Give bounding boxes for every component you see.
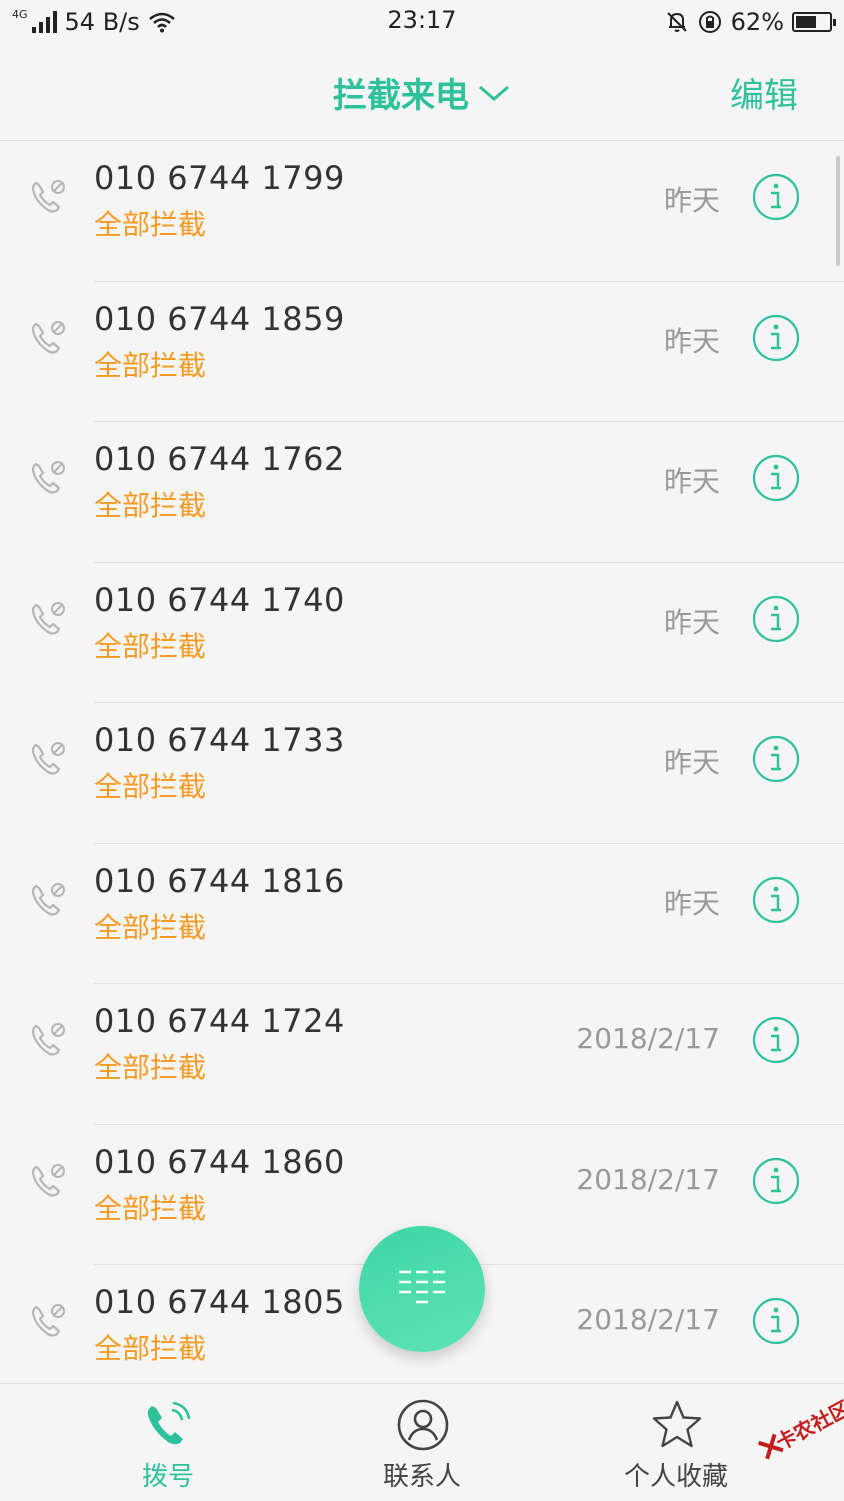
tab-dial-label: 拨号 <box>141 1462 194 1492</box>
call-time: 昨天 <box>663 746 720 779</box>
info-icon[interactable] <box>752 1016 800 1064</box>
info-icon[interactable] <box>752 876 800 924</box>
call-row[interactable]: 010 6744 1859 全部拦截 昨天 <box>0 282 844 422</box>
call-number: 010 6744 1805 <box>94 1283 345 1321</box>
title-dropdown[interactable]: 拦截来电 <box>333 68 511 117</box>
battery-percent: 62% <box>730 8 784 36</box>
info-icon[interactable] <box>752 735 800 783</box>
call-number: 010 6744 1860 <box>94 1142 345 1181</box>
dialpad-button[interactable] <box>359 1226 485 1352</box>
edit-button[interactable]: 编辑 <box>730 68 798 117</box>
call-time: 昨天 <box>663 886 720 920</box>
call-time: 2018/2/17 <box>576 1162 720 1196</box>
call-time: 2018/2/17 <box>576 1303 720 1336</box>
tab-dial[interactable]: 拨号 <box>68 1384 268 1501</box>
chevron-down-icon <box>479 85 509 101</box>
block-tag: 全部拦截 <box>94 1051 207 1084</box>
call-row[interactable]: 010 6744 1762 全部拦截 昨天 <box>0 422 844 563</box>
blocked-call-icon <box>31 1163 65 1197</box>
blocked-call-icon <box>31 320 65 354</box>
block-tag: 全部拦截 <box>94 489 207 522</box>
call-time: 昨天 <box>663 324 720 358</box>
tab-contacts[interactable]: 联系人 <box>322 1384 522 1501</box>
tab-favorites-label: 个人收藏 <box>623 1462 728 1492</box>
info-icon[interactable] <box>752 173 800 221</box>
mute-bell-icon <box>666 12 687 32</box>
tab-contacts-label: 联系人 <box>382 1462 461 1492</box>
block-tag: 全部拦截 <box>94 1332 207 1365</box>
info-icon[interactable] <box>752 595 800 643</box>
blocked-call-list[interactable]: 010 6744 1799 全部拦截 昨天 010 6744 1859 全部拦截… <box>0 141 844 1383</box>
info-icon[interactable] <box>752 1157 800 1205</box>
rotation-lock-icon <box>698 11 721 33</box>
call-time: 昨天 <box>663 184 720 217</box>
star-icon <box>652 1400 702 1448</box>
block-tag: 全部拦截 <box>94 1191 207 1225</box>
call-number: 010 6744 1816 <box>94 861 345 900</box>
call-row[interactable]: 010 6744 1799 全部拦截 昨天 <box>0 141 844 282</box>
block-tag: 全部拦截 <box>94 208 207 241</box>
call-row[interactable]: 010 6744 1816 全部拦截 昨天 <box>0 844 844 984</box>
page-title: 拦截来电 <box>333 76 469 116</box>
battery-icon <box>792 12 836 32</box>
blocked-call-icon <box>31 742 65 775</box>
scrollbar[interactable] <box>836 156 840 266</box>
call-number: 010 6744 1724 <box>94 1002 345 1040</box>
call-time: 2018/2/17 <box>576 1022 720 1055</box>
info-icon[interactable] <box>752 454 800 502</box>
block-tag: 全部拦截 <box>94 910 207 944</box>
call-row[interactable]: 010 6744 1733 全部拦截 昨天 <box>0 703 844 844</box>
blocked-call-icon <box>31 180 65 213</box>
info-icon[interactable] <box>752 314 800 362</box>
phone-icon <box>147 1401 191 1445</box>
blocked-call-icon <box>31 1304 65 1337</box>
blocked-call-icon <box>31 461 65 494</box>
header: 拦截来电 编辑 <box>0 44 844 141</box>
blocked-call-icon <box>31 882 65 916</box>
title-wrap: 拦截来电 <box>0 68 844 117</box>
block-tag: 全部拦截 <box>94 770 207 803</box>
contacts-icon <box>397 1399 449 1451</box>
call-row[interactable]: 010 6744 1740 全部拦截 昨天 <box>0 563 844 703</box>
call-number: 010 6744 1740 <box>94 580 345 619</box>
status-right: 62% <box>665 6 836 38</box>
tab-favorites[interactable]: 个人收藏 <box>576 1384 776 1501</box>
call-number: 010 6744 1733 <box>94 721 345 759</box>
call-time: 昨天 <box>663 465 720 498</box>
block-tag: 全部拦截 <box>94 629 207 663</box>
block-tag: 全部拦截 <box>94 348 207 382</box>
dialpad-icon <box>399 1270 445 1304</box>
call-time: 昨天 <box>663 605 720 639</box>
info-icon[interactable] <box>752 1297 800 1345</box>
call-number: 010 6744 1859 <box>94 299 345 338</box>
call-row[interactable]: 010 6744 1724 全部拦截 2018/2/17 <box>0 984 844 1125</box>
status-bar: 4G 54 B/s 23:17 62% <box>0 0 844 44</box>
call-number: 010 6744 1799 <box>94 159 345 197</box>
call-number: 010 6744 1762 <box>94 440 345 478</box>
blocked-call-icon <box>31 1023 65 1056</box>
bottom-nav: 拨号 联系人 个人收藏 <box>0 1383 844 1501</box>
blocked-call-icon <box>31 601 65 635</box>
